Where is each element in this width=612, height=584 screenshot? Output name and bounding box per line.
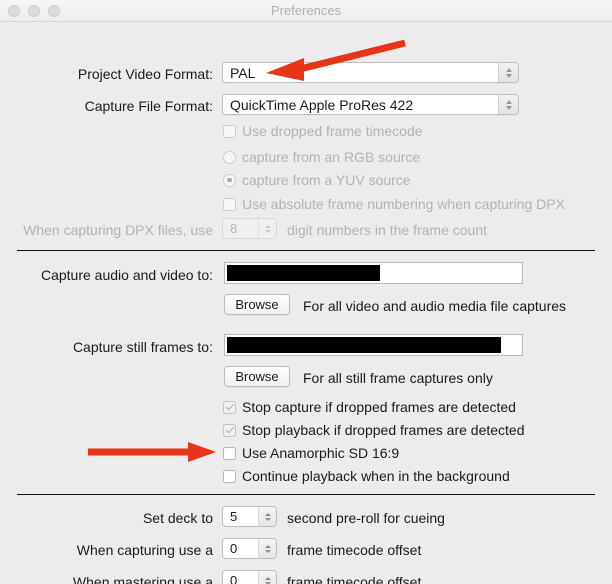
capture-still-frames-path-input[interactable] [224, 334, 523, 356]
when-capturing-offset-stepper[interactable]: 0 [222, 538, 277, 559]
redaction-bar [227, 337, 501, 353]
stepper-arrows-icon[interactable] [258, 507, 276, 526]
browse-audio-video-button[interactable]: Browse [224, 294, 290, 315]
stepper-arrows-icon[interactable] [258, 539, 276, 558]
use-dropped-frame-timecode-row[interactable]: Use dropped frame timecode [223, 123, 423, 139]
when-capturing-offset-value: 0 [230, 541, 238, 556]
browse-still-frames-label: Browse [235, 369, 279, 384]
chevron-updown-icon [498, 63, 518, 82]
project-video-format-value: PAL [230, 64, 256, 81]
when-capturing-offset-suffix: frame timecode offset [287, 542, 422, 558]
when-mastering-offset-value: 0 [230, 573, 238, 584]
set-deck-to-stepper[interactable]: 5 [222, 506, 277, 527]
use-absolute-frame-numbering-checkbox[interactable] [223, 197, 236, 211]
preferences-window: Preferences Project Video Format: PAL Ca… [0, 0, 612, 584]
capture-rgb-source-row[interactable]: capture from an RGB source [223, 149, 420, 165]
stop-capture-dropped-frames-row[interactable]: Stop capture if dropped frames are detec… [223, 399, 516, 415]
capture-file-format-value: QuickTime Apple ProRes 422 [230, 96, 414, 113]
stop-playback-dropped-frames-row[interactable]: Stop playback if dropped frames are dete… [223, 422, 525, 438]
use-absolute-frame-numbering-label: Use absolute frame numbering when captur… [242, 196, 565, 212]
window-title: Preferences [270, 3, 342, 18]
project-video-format-popup[interactable]: PAL [222, 62, 519, 83]
dpx-digits-stepper[interactable]: 8 [222, 218, 277, 239]
preferences-content: Project Video Format: PAL Capture File F… [0, 22, 612, 584]
project-video-format-label: Project Video Format: [77, 66, 213, 82]
use-dropped-frame-timecode-checkbox[interactable] [223, 124, 236, 138]
dpx-digits-prefix-label: When capturing DPX files, use [23, 222, 213, 238]
chevron-updown-icon [498, 95, 518, 114]
stop-capture-dropped-frames-label: Stop capture if dropped frames are detec… [242, 399, 516, 415]
redaction-bar [227, 265, 380, 281]
section-divider-2 [17, 494, 595, 495]
set-deck-to-value: 5 [230, 509, 238, 524]
continue-playback-background-row[interactable]: Continue playback when in the background [223, 468, 510, 484]
capture-audio-video-hint: For all video and audio media file captu… [303, 298, 567, 314]
capture-file-format-popup[interactable]: QuickTime Apple ProRes 422 [222, 94, 519, 115]
dpx-digits-value: 8 [230, 221, 238, 236]
use-absolute-frame-numbering-row[interactable]: Use absolute frame numbering when captur… [223, 196, 565, 212]
title-bar: Preferences [0, 0, 612, 22]
browse-audio-video-label: Browse [235, 297, 279, 312]
stop-capture-dropped-frames-checkbox[interactable] [223, 400, 236, 414]
dpx-digits-suffix-label: digit numbers in the frame count [287, 222, 487, 238]
when-mastering-offset-suffix: frame timecode offset [287, 574, 422, 584]
use-anamorphic-sd-label: Use Anamorphic SD 16:9 [242, 445, 400, 461]
when-mastering-offset-stepper[interactable]: 0 [222, 570, 277, 584]
continue-playback-background-label: Continue playback when in the background [242, 468, 510, 484]
set-deck-to-label: Set deck to [142, 510, 213, 526]
use-anamorphic-sd-row[interactable]: Use Anamorphic SD 16:9 [223, 445, 399, 461]
use-dropped-frame-timecode-label: Use dropped frame timecode [242, 123, 423, 139]
capture-rgb-source-radio[interactable] [223, 150, 236, 164]
capture-still-frames-label: Capture still frames to: [72, 339, 213, 355]
stepper-arrows-icon[interactable] [258, 219, 276, 238]
capture-yuv-source-radio[interactable] [223, 173, 236, 187]
set-deck-to-suffix: second pre-roll for cueing [287, 510, 445, 526]
browse-still-frames-button[interactable]: Browse [224, 366, 290, 387]
capture-audio-video-path-input[interactable] [224, 262, 523, 284]
continue-playback-background-checkbox[interactable] [223, 469, 236, 483]
when-mastering-offset-label: When mastering use a [72, 574, 213, 584]
capture-still-frames-hint: For all still frame captures only [303, 370, 493, 386]
capture-rgb-source-label: capture from an RGB source [242, 149, 421, 165]
capture-yuv-source-label: capture from a YUV source [242, 172, 411, 188]
capture-file-format-label: Capture File Format: [84, 98, 213, 114]
stepper-arrows-icon[interactable] [258, 571, 276, 584]
capture-yuv-source-row[interactable]: capture from a YUV source [223, 172, 411, 188]
annotation-arrow-2 [88, 442, 216, 462]
use-anamorphic-sd-checkbox[interactable] [223, 446, 236, 460]
when-capturing-offset-label: When capturing use a [76, 542, 213, 558]
section-divider-1 [17, 250, 595, 251]
stop-playback-dropped-frames-checkbox[interactable] [223, 423, 236, 437]
capture-audio-video-label: Capture audio and video to: [40, 267, 213, 283]
stop-playback-dropped-frames-label: Stop playback if dropped frames are dete… [242, 422, 525, 438]
